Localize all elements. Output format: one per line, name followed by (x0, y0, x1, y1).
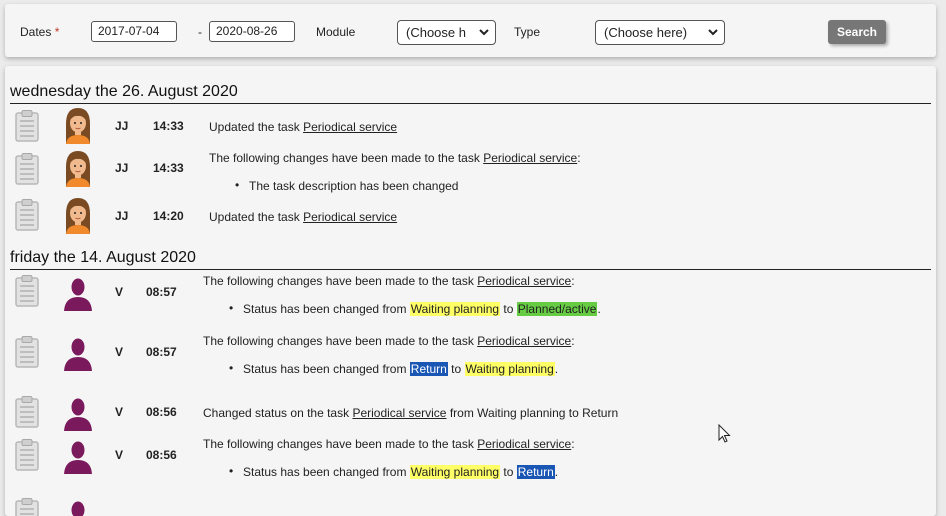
entry-initials: V (115, 448, 124, 462)
female-avatar-icon (63, 196, 93, 234)
clipboard-icon (14, 110, 40, 142)
entry-time: 08:56 (146, 405, 177, 419)
task-link[interactable]: Periodical service (477, 274, 571, 288)
entry-initials: JJ (115, 161, 129, 175)
user-silhouette-icon (63, 277, 93, 311)
task-link[interactable]: Periodical service (483, 151, 577, 165)
clipboard-icon (14, 498, 40, 516)
change-list-item: The task description has been changed (235, 178, 459, 193)
status-change-item: Status has been changed from Waiting pla… (229, 464, 558, 479)
dates-label: Dates * (20, 25, 60, 39)
entry-message: Updated the task Periodical service (209, 210, 398, 224)
task-link[interactable]: Periodical service (303, 210, 397, 224)
day-header: friday the 14. August 2020 (10, 249, 196, 266)
entry-time: 14:33 (153, 119, 184, 133)
task-link[interactable]: Periodical service (303, 120, 397, 134)
mouse-cursor-icon (718, 424, 731, 443)
entry-time: 14:33 (153, 161, 184, 175)
day-divider (10, 103, 931, 104)
filter-bar: Dates * 2017-07-04 - 2020-08-26 Module (… (5, 4, 936, 57)
day-divider (10, 269, 931, 270)
entry-time: 14:20 (153, 209, 184, 223)
status-change-item: Status has been changed from Waiting pla… (229, 301, 601, 316)
status-from: Waiting planning (409, 465, 501, 479)
chevron-down-icon (479, 29, 489, 36)
female-avatar-icon (63, 106, 93, 144)
chevron-down-icon (708, 29, 718, 36)
type-select[interactable]: (Choose here) (595, 20, 725, 45)
entry-message: The following changes have been made to … (203, 274, 575, 288)
date-to-input[interactable]: 2020-08-26 (209, 21, 295, 42)
activity-log-panel: wednesday the 26. August 2020 JJ 14:33 U… (5, 66, 936, 516)
status-from: Waiting planning (409, 302, 501, 316)
module-select-value: (Choose h (406, 25, 466, 40)
module-label: Module (316, 25, 356, 39)
female-avatar-icon (63, 149, 93, 187)
task-link[interactable]: Periodical service (477, 334, 571, 348)
user-silhouette-icon (63, 397, 93, 431)
task-link[interactable]: Periodical service (477, 437, 571, 451)
day-header: wednesday the 26. August 2020 (10, 83, 238, 100)
clipboard-icon (14, 199, 40, 231)
entry-initials: JJ (115, 209, 129, 223)
clipboard-icon (14, 275, 40, 307)
entry-message: Updated the task Periodical service (209, 120, 398, 134)
entry-message: Changed status on the task Periodical se… (203, 406, 619, 420)
clipboard-icon (14, 396, 40, 428)
user-silhouette-icon (63, 337, 93, 371)
entry-message: The following changes have been made to … (203, 437, 575, 451)
status-change-item: Status has been changed from Return to W… (229, 361, 558, 376)
user-silhouette-icon (63, 500, 93, 516)
entry-initials: JJ (115, 119, 129, 133)
date-separator: - (198, 25, 202, 39)
type-label: Type (514, 25, 541, 39)
entry-initials: V (115, 285, 124, 299)
entry-time: 08:56 (146, 448, 177, 462)
entry-time: 08:57 (146, 285, 177, 299)
entry-initials: V (115, 345, 124, 359)
entry-time: 08:57 (146, 345, 177, 359)
clipboard-icon (14, 336, 40, 368)
entry-message: The following changes have been made to … (209, 151, 581, 165)
required-mark: * (54, 25, 60, 39)
clipboard-icon (14, 439, 40, 471)
status-to: Return (516, 465, 555, 479)
search-button[interactable]: Search (828, 20, 886, 44)
task-link[interactable]: Periodical service (352, 406, 446, 420)
type-select-value: (Choose here) (604, 25, 688, 40)
status-to: Planned/active (516, 302, 598, 316)
entry-message: The following changes have been made to … (203, 334, 575, 348)
status-to: Waiting planning (464, 362, 555, 376)
user-silhouette-icon (63, 440, 93, 474)
date-from-input[interactable]: 2017-07-04 (91, 21, 177, 42)
status-from: Return (409, 362, 448, 376)
entry-initials: V (115, 405, 124, 419)
clipboard-icon (14, 153, 40, 185)
module-select[interactable]: (Choose h (397, 20, 496, 45)
